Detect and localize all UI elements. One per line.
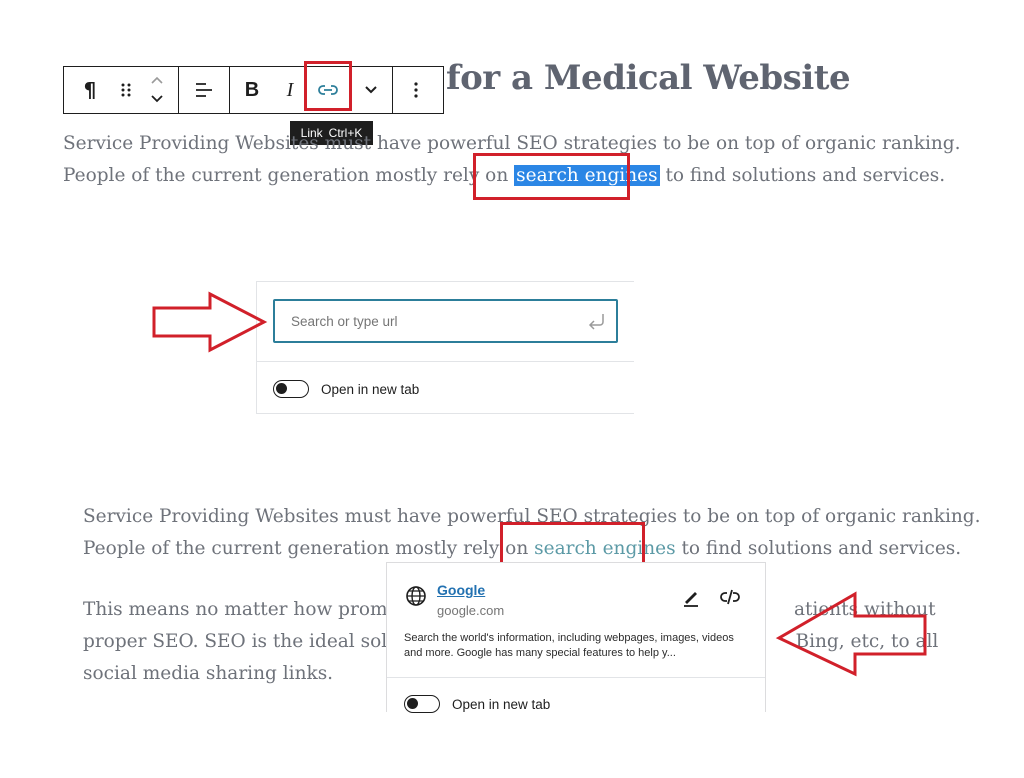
post-title[interactable]: for a Medical Website	[446, 58, 851, 98]
drag-handle-icon[interactable]	[116, 67, 136, 113]
toggle-label: Open in new tab	[321, 381, 420, 397]
open-in-new-tab-toggle[interactable]	[273, 380, 309, 398]
paragraph-text: This means no matter how promis	[83, 599, 403, 620]
edit-pencil-icon[interactable]	[681, 587, 701, 607]
options-group	[393, 67, 439, 113]
divider	[387, 677, 765, 678]
link-preview-url: google.com	[437, 603, 505, 618]
link-insert-popover: Search or type url Open in new tab	[256, 281, 634, 414]
url-input-placeholder: Search or type url	[291, 313, 398, 329]
open-in-new-tab-row: Open in new tab	[273, 380, 419, 398]
open-in-new-tab-row: Open in new tab	[404, 695, 550, 713]
block-toolbar: ¶ B I	[63, 61, 444, 114]
italic-button[interactable]: I	[274, 67, 306, 113]
paragraph-text: proper SEO. SEO is the ideal solut	[83, 631, 407, 652]
move-up-down-icon[interactable]	[136, 67, 178, 113]
toggle-label: Open in new tab	[452, 696, 551, 712]
link-preview-title[interactable]: Google	[437, 582, 485, 598]
divider	[257, 361, 634, 362]
submit-return-icon[interactable]	[586, 312, 606, 330]
link-preview-description: Search the world's information, includin…	[404, 632, 734, 659]
alignment-group	[179, 67, 230, 113]
more-formatting-chevron-icon[interactable]	[350, 67, 392, 113]
annotation-box-link-button	[304, 61, 352, 111]
bold-button[interactable]: B	[230, 67, 274, 113]
url-search-input[interactable]: Search or type url	[273, 299, 618, 343]
open-in-new-tab-toggle[interactable]	[404, 695, 440, 713]
link-button[interactable]	[304, 61, 352, 113]
paragraph-text: People of the current generation mostly …	[63, 165, 515, 186]
paragraph-text: to find solutions and services.	[675, 538, 962, 559]
unlink-icon[interactable]	[719, 587, 741, 607]
annotation-arrow-right	[152, 291, 268, 353]
block-type-group: ¶	[64, 67, 179, 113]
format-group: B I	[230, 61, 393, 113]
globe-icon	[406, 586, 426, 606]
paragraph-icon[interactable]: ¶	[64, 67, 116, 113]
paragraph-text: to find solutions and services.	[659, 165, 946, 186]
more-options-icon[interactable]	[393, 67, 439, 113]
annotation-box-selected-text	[473, 153, 630, 200]
paragraph-text: People of the current generation mostly …	[83, 538, 535, 559]
annotation-arrow-left	[775, 591, 927, 677]
link-preview-popover: Google google.com Search the world's inf…	[386, 562, 766, 713]
align-left-icon[interactable]	[179, 67, 229, 113]
